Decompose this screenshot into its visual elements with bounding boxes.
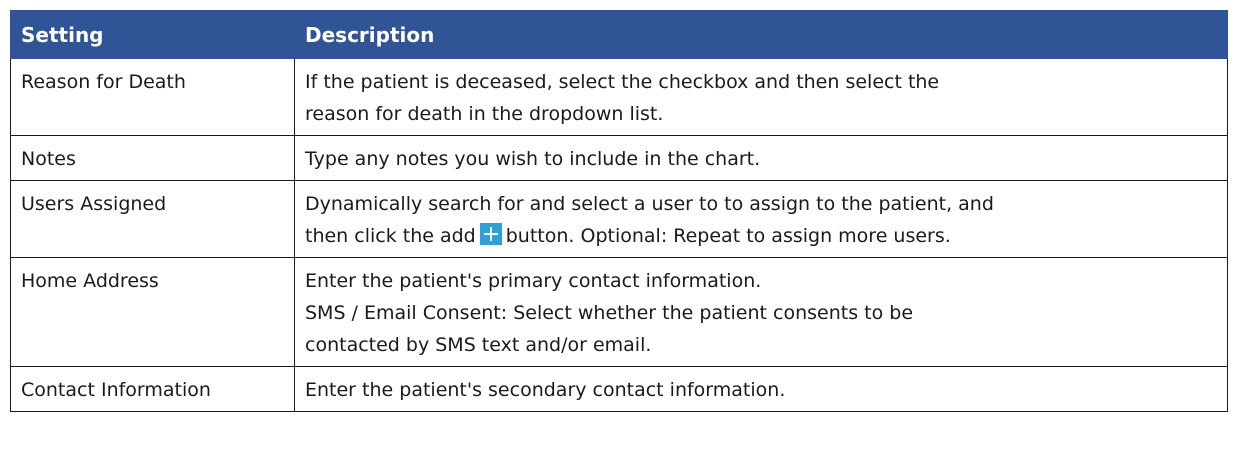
setting-cell: Home Address (10, 257, 295, 367)
column-header-description: Description (294, 10, 1228, 59)
table-row: Reason for Death If the patient is decea… (10, 58, 1228, 136)
table-row: Users Assigned Dynamically search for an… (10, 180, 1228, 258)
column-header-setting: Setting (10, 10, 295, 59)
description-line: Enter the patient's secondary contact in… (305, 379, 786, 401)
add-icon (479, 223, 502, 245)
setting-cell: Users Assigned (10, 180, 295, 258)
table-header-row: Setting Description (10, 10, 1228, 59)
description-line: SMS / Email Consent: Select whether the … (305, 302, 914, 324)
table-row: Home Address Enter the patient's primary… (10, 257, 1228, 367)
setting-cell: Reason for Death (10, 58, 295, 136)
description-line: Type any notes you wish to include in th… (305, 148, 761, 170)
setting-cell: Notes (10, 135, 295, 181)
description-line: reason for death in the dropdown list. (305, 103, 664, 125)
setting-cell: Contact Information (10, 366, 295, 412)
description-text-before-icon: then click the add (305, 225, 476, 247)
table-row: Contact Information Enter the patient's … (10, 366, 1228, 412)
settings-table: Setting Description Reason for Death If … (10, 10, 1228, 412)
description-cell: Type any notes you wish to include in th… (294, 135, 1228, 181)
description-cell: Enter the patient's secondary contact in… (294, 366, 1228, 412)
description-line: then click the add button. Optional: Repe… (305, 220, 1217, 252)
settings-table-container: Setting Description Reason for Death If … (10, 10, 1228, 412)
description-cell: If the patient is deceased, select the c… (294, 58, 1228, 136)
table-row: Notes Type any notes you wish to include… (10, 135, 1228, 181)
description-line: Dynamically search for and select a user… (305, 193, 994, 215)
description-line: contacted by SMS text and/or email. (305, 334, 652, 356)
description-cell: Enter the patient's primary contact info… (294, 257, 1228, 367)
description-text-after-icon: button. Optional: Repeat to assign more … (505, 225, 951, 247)
description-line: Enter the patient's primary contact info… (305, 270, 762, 292)
description-cell: Dynamically search for and select a user… (294, 180, 1228, 258)
description-line: If the patient is deceased, select the c… (305, 71, 940, 93)
